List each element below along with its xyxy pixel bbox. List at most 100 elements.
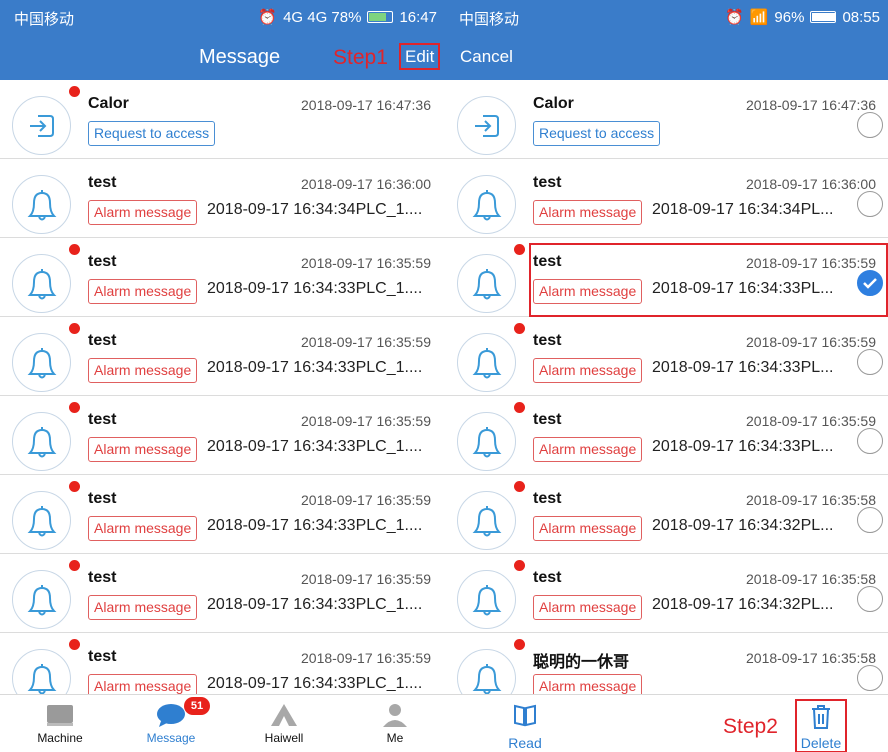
select-checkbox[interactable]: [857, 270, 883, 296]
message-time: 2018-09-17 16:47:36: [301, 97, 431, 113]
bell-icon: [27, 426, 56, 457]
carrier-label: 中国移动: [14, 11, 75, 28]
message-preview: 2018-09-17 16:34:33PLC_1....: [207, 359, 423, 376]
message-type-tag: Alarm message: [533, 595, 643, 620]
bell-icon: [27, 268, 56, 299]
select-checkbox[interactable]: [857, 191, 883, 217]
avatar: [457, 96, 516, 155]
message-row[interactable]: test 2018-09-17 16:35:59 Alarm message 2018…: [0, 633, 445, 694]
unread-dot: [514, 560, 525, 571]
message-type-tag: Alarm message: [88, 516, 198, 541]
avatar: [457, 175, 516, 234]
tab-machine[interactable]: Machine: [25, 695, 95, 745]
unread-dot: [69, 481, 80, 492]
message-row[interactable]: test 2018-09-17 16:35:59 Alarm message 2018…: [445, 317, 888, 396]
nav-bar: Message Step1 Edit: [0, 34, 445, 80]
select-checkbox[interactable]: [857, 507, 883, 533]
message-type-tag: Alarm message: [88, 674, 198, 694]
message-time: 2018-09-17 16:35:59: [746, 413, 876, 429]
message-row[interactable]: test 2018-09-17 16:36:00 Alarm message 2018…: [445, 159, 888, 238]
select-checkbox[interactable]: [857, 112, 883, 138]
bell-icon: [27, 189, 56, 220]
message-row[interactable]: test 2018-09-17 16:36:00 Alarm message 2018…: [0, 159, 445, 238]
bell-icon: [472, 584, 501, 615]
step2-annotation: Step2: [723, 715, 778, 738]
message-type-tag: Alarm message: [88, 437, 198, 462]
check-icon: [863, 278, 877, 289]
phone-screen-edit-mode: 中国移动 ⏰ 📶 96% 08:55 Cancel Calor 2018-09-1…: [445, 0, 888, 752]
sender-name: test: [88, 411, 117, 428]
message-row[interactable]: test 2018-09-17 16:35:58 Alarm message 2018…: [445, 554, 888, 633]
avatar: [457, 412, 516, 471]
edit-button[interactable]: Edit: [399, 43, 441, 70]
unread-dot: [514, 402, 525, 413]
message-row[interactable]: Calor 2018-09-17 16:47:36 Request to acces…: [0, 80, 445, 159]
message-row[interactable]: test 2018-09-17 16:35:59 Alarm message 2018…: [0, 554, 445, 633]
message-row[interactable]: test 2018-09-17 16:35:59 Alarm message 2018…: [445, 396, 888, 475]
message-type-tag: Alarm message: [88, 200, 198, 225]
message-time: 2018-09-17 16:35:58: [746, 650, 876, 666]
message-row[interactable]: test 2018-09-17 16:35:59 Alarm message 2018…: [0, 475, 445, 554]
bell-icon: [472, 426, 501, 457]
message-type-tag: Alarm message: [533, 358, 643, 383]
read-button[interactable]: Read: [503, 703, 547, 751]
chat-bubble-icon: [157, 704, 185, 727]
unread-dot: [69, 402, 80, 413]
select-checkbox[interactable]: [857, 349, 883, 375]
select-checkbox[interactable]: [857, 586, 883, 612]
unread-dot: [514, 323, 525, 334]
sender-name: test: [533, 569, 562, 586]
edit-action-bar: Read Step2 Delete: [445, 694, 888, 752]
avatar: [12, 96, 71, 155]
message-row[interactable]: Calor 2018-09-17 16:47:36 Request to acces…: [445, 80, 888, 159]
message-row[interactable]: test 2018-09-17 16:35:59 Alarm message 2018…: [0, 317, 445, 396]
message-preview: 2018-09-17 16:34:34PLC_1....: [207, 201, 423, 218]
phone-screen-message-list: 中国移动 ⏰ 4G 4G 78% 16:47 Message Step1 Edi…: [0, 0, 445, 752]
avatar: [12, 491, 71, 550]
message-row[interactable]: test 2018-09-17 16:35:58 Alarm message 2018…: [445, 475, 888, 554]
wifi-icon: 📶: [749, 9, 769, 26]
avatar: [12, 570, 71, 629]
sender-name: Calor: [88, 95, 129, 112]
message-row[interactable]: 聪明的一休哥 2018-09-17 16:35:58 Alarm message: [445, 633, 888, 694]
message-type-tag: Alarm message: [533, 516, 643, 541]
unread-dot: [69, 86, 80, 97]
message-time: 2018-09-17 16:35:59: [301, 334, 431, 350]
message-time: 2018-09-17 16:35:59: [301, 650, 431, 666]
sender-name: Calor: [533, 95, 574, 112]
message-row[interactable]: test 2018-09-17 16:35:59 Alarm message 2018…: [0, 396, 445, 475]
unread-dot: [514, 481, 525, 492]
read-label: Read: [508, 735, 542, 751]
message-time: 2018-09-17 16:35:59: [301, 413, 431, 429]
sender-name: 聪明的一休哥: [533, 654, 630, 671]
message-row[interactable]: test 2018-09-17 16:35:59 Alarm message 2018…: [445, 238, 888, 317]
tab-haiwell[interactable]: Haiwell: [249, 695, 319, 745]
message-preview: 2018-09-17 16:34:33PLC_1....: [207, 280, 423, 297]
message-type-tag: Alarm message: [533, 200, 643, 225]
person-icon: [383, 704, 407, 727]
unread-dot: [69, 560, 80, 571]
avatar: [457, 570, 516, 629]
bottom-tab-bar: Machine Message 51 Haiwell Me: [0, 694, 445, 752]
message-preview: 2018-09-17 16:34:32PL...: [652, 596, 834, 613]
message-time: 2018-09-17 16:35:59: [301, 571, 431, 587]
message-preview: 2018-09-17 16:34:33PLC_1....: [207, 438, 423, 455]
select-checkbox[interactable]: [857, 428, 883, 454]
status-icons: ⏰ 4G 4G 78% 16:47: [258, 8, 437, 27]
tab-me[interactable]: Me: [360, 695, 430, 745]
delete-label: Delete: [800, 735, 842, 751]
sender-name: test: [88, 490, 117, 507]
cancel-button[interactable]: Cancel: [460, 47, 513, 67]
unread-dot: [69, 323, 80, 334]
sender-name: test: [533, 174, 562, 191]
delete-button[interactable]: Delete: [795, 699, 847, 752]
signal-info: 4G 4G 78%: [283, 8, 362, 26]
status-bar: 中国移动 ⏰ 📶 96% 08:55: [445, 0, 888, 34]
machine-icon: [47, 705, 73, 726]
tab-label: Message: [146, 731, 196, 745]
message-row[interactable]: test 2018-09-17 16:35:59 Alarm message 2018…: [0, 238, 445, 317]
message-preview: 2018-09-17 16:34:33PLC_1....: [207, 517, 423, 534]
avatar: [12, 649, 71, 694]
select-checkbox[interactable]: [857, 665, 883, 691]
tab-label: Me: [386, 731, 404, 745]
